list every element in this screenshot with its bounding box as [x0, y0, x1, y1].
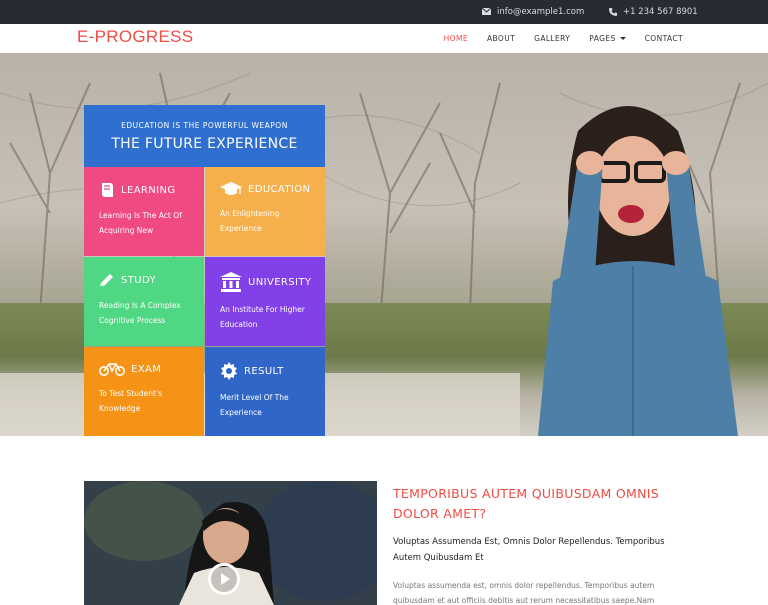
- about-body: Voluptas assumenda est, omnis dolor repe…: [393, 581, 655, 605]
- top-bar: info@example1.com +1 234 567 8901: [0, 0, 768, 24]
- nav-gallery[interactable]: GALLERY: [534, 24, 570, 53]
- feature-grid: LEARNING Learning Is The Act Of Acquirin…: [84, 167, 325, 436]
- feature-panel-header: EDUCATION IS THE POWERFUL WEAPON THE FUT…: [84, 105, 325, 167]
- feature-exam-desc: To Test Student's Knowledge: [99, 389, 162, 413]
- about-heading: TEMPORIBUS AUTEM QUIBUSDAM OMNIS DOLOR A…: [393, 486, 659, 521]
- feature-education-desc: An Enlightening Experience: [220, 209, 280, 233]
- feature-exam-title: EXAM: [131, 363, 162, 375]
- university-icon: [220, 272, 242, 292]
- feature-result[interactable]: RESULT Merit Level Of The Experience: [205, 347, 325, 436]
- pencil-icon: [99, 274, 113, 288]
- feature-learning-title: LEARNING: [121, 184, 176, 196]
- feature-learning-desc: Learning Is The Act Of Acquiring New: [99, 211, 182, 235]
- topbar-email-text: info@example1.com: [497, 7, 585, 17]
- feature-university-title: UNIVERSITY: [248, 276, 312, 288]
- hero-banner: EDUCATION IS THE POWERFUL WEAPON THE FUT…: [0, 53, 768, 436]
- site-header: E-PROGRESS HOME ABOUT GALLERY PAGES CONT…: [0, 24, 768, 53]
- hero-photo-woman: [538, 106, 738, 436]
- nav-pages[interactable]: PAGES: [589, 24, 626, 53]
- feature-university[interactable]: UNIVERSITY An Institute For Higher Educa…: [205, 257, 325, 346]
- topbar-phone[interactable]: +1 234 567 8901: [609, 0, 698, 24]
- logo[interactable]: E-PROGRESS: [77, 27, 193, 47]
- nav-pages-label: PAGES: [589, 34, 616, 43]
- nav-about[interactable]: ABOUT: [487, 24, 515, 53]
- phone-icon: [609, 7, 617, 16]
- feature-study-desc: Reading Is A Complex Cognitive Process: [99, 301, 181, 325]
- main-nav: HOME ABOUT GALLERY PAGES CONTACT: [425, 24, 683, 53]
- feature-panel: EDUCATION IS THE POWERFUL WEAPON THE FUT…: [84, 105, 325, 436]
- feature-result-title: RESULT: [244, 365, 284, 377]
- envelope-icon: [481, 7, 492, 15]
- about-lead: Voluptas Assumenda Est, Omnis Dolor Repe…: [393, 537, 665, 563]
- feature-learning[interactable]: LEARNING Learning Is The Act Of Acquirin…: [84, 167, 204, 256]
- feature-education-title: EDUCATION: [248, 183, 311, 195]
- feature-university-desc: An Institute For Higher Education: [220, 305, 305, 329]
- about-section: TEMPORIBUS AUTEM QUIBUSDAM OMNIS DOLOR A…: [393, 484, 693, 605]
- feature-exam[interactable]: EXAM To Test Student's Knowledge: [84, 347, 204, 436]
- topbar-phone-text: +1 234 567 8901: [623, 7, 698, 17]
- feature-education[interactable]: EDUCATION An Enlightening Experience: [205, 167, 325, 256]
- topbar-email[interactable]: info@example1.com: [481, 0, 585, 24]
- nav-contact[interactable]: CONTACT: [645, 24, 683, 53]
- feature-panel-title: THE FUTURE EXPERIENCE: [111, 136, 298, 152]
- caret-down-icon: [619, 37, 626, 40]
- feature-study[interactable]: STUDY Reading Is A Complex Cognitive Pro…: [84, 257, 204, 346]
- feature-result-desc: Merit Level Of The Experience: [220, 393, 289, 417]
- play-button[interactable]: [208, 563, 240, 595]
- bicycle-icon: [99, 363, 125, 376]
- feature-study-title: STUDY: [121, 274, 157, 286]
- gear-icon: [221, 362, 237, 380]
- nav-home[interactable]: HOME: [444, 24, 468, 53]
- book-icon: [102, 183, 113, 197]
- graduation-cap-icon: [220, 182, 242, 195]
- feature-panel-subtitle: EDUCATION IS THE POWERFUL WEAPON: [121, 121, 288, 130]
